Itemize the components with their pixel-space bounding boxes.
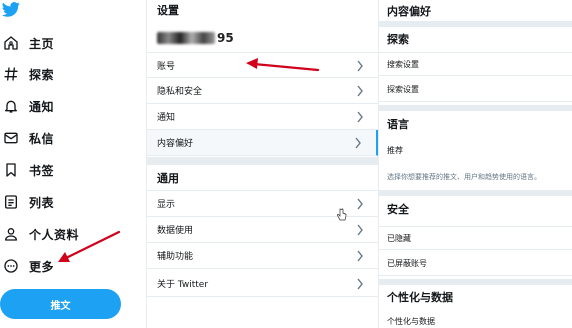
account-name-row: 95 xyxy=(147,26,378,50)
chevron-right-icon xyxy=(357,111,363,123)
settings-row-label: 通知 xyxy=(157,113,176,123)
prefs-row-search-settings[interactable]: 搜索设置 xyxy=(379,52,572,76)
prefs-row-recommendations[interactable]: 推荐 xyxy=(379,138,572,162)
settings-row-accessibility[interactable]: 辅助功能 xyxy=(147,243,378,269)
prefs-title: 内容偏好 xyxy=(387,5,431,18)
section-divider xyxy=(379,105,572,111)
nav-label-notifications: 通知 xyxy=(29,99,55,114)
person-icon xyxy=(0,222,23,246)
chevron-right-icon xyxy=(357,224,363,236)
nav-item-more[interactable]: 更多 xyxy=(0,252,140,280)
nav-item-home[interactable]: 主页 xyxy=(0,29,140,57)
chevron-right-icon xyxy=(357,198,363,210)
language-section-title: 语言 xyxy=(387,118,409,131)
settings-row-content-preferences[interactable]: 内容偏好 xyxy=(147,130,378,156)
settings-row-label: 关于 Twitter xyxy=(157,280,209,290)
settings-row-label: 数据使用 xyxy=(157,226,194,236)
settings-row-label: 辅助功能 xyxy=(157,252,194,262)
home-icon xyxy=(0,31,23,55)
section-divider xyxy=(379,190,572,196)
settings-row-privacy[interactable]: 隐私和安全 xyxy=(147,78,378,104)
content-preferences-column: 内容偏好 探索 搜索设置 探索设置 语言 推荐 选择你想要推荐的推文、用户和趋势… xyxy=(378,0,572,328)
blurred-account-name xyxy=(157,32,215,44)
nav-label-home: 主页 xyxy=(29,36,55,51)
settings-row-notifications[interactable]: 通知 xyxy=(147,104,378,130)
settings-title: 设置 xyxy=(157,4,179,17)
bookmark-icon xyxy=(0,158,23,182)
section-divider xyxy=(379,21,572,27)
settings-row-label: 账号 xyxy=(157,61,176,72)
settings-row-label: 显示 xyxy=(157,200,176,210)
prefs-row-personalization[interactable]: 个性化与数据 xyxy=(379,309,572,328)
general-section-title: 通用 xyxy=(147,165,378,191)
mail-icon xyxy=(0,126,23,150)
account-name-suffix: 95 xyxy=(217,31,234,45)
nav-item-lists[interactable]: 列表 xyxy=(0,188,140,216)
nav-item-notifications[interactable]: 通知 xyxy=(0,92,140,120)
tweet-button[interactable]: 推文 xyxy=(0,289,121,319)
prefs-row-explore-settings[interactable]: 探索设置 xyxy=(379,78,572,102)
settings-row-label: 隐私和安全 xyxy=(157,87,203,97)
hashtag-icon xyxy=(0,62,23,86)
settings-column: 设置 95 账号 隐私和安全 通知 内容偏好 通用 显示 数据使用 辅助功能 关… xyxy=(146,0,378,328)
settings-row-label: 内容偏好 xyxy=(157,139,194,149)
hand-cursor-icon xyxy=(337,208,347,221)
nav-item-profile[interactable]: 个人资料 xyxy=(0,220,140,248)
prefs-row-blocked-accounts[interactable]: 已屏蔽账号 xyxy=(379,252,572,276)
settings-row-account[interactable]: 账号 xyxy=(147,52,378,78)
section-divider xyxy=(147,157,378,165)
nav-item-explore[interactable]: 探索 xyxy=(0,60,140,88)
personalization-section-title: 个性化与数据 xyxy=(387,291,453,304)
explore-section-title: 探索 xyxy=(387,33,409,46)
prefs-row-hidden[interactable]: 已隐藏 xyxy=(379,226,572,250)
bell-icon xyxy=(0,94,23,118)
chevron-right-icon xyxy=(355,137,361,149)
language-description: 选择你想要推荐的推文、用户和趋势使用的语言。 xyxy=(387,173,541,181)
chevron-right-icon xyxy=(357,60,363,72)
twitter-logo-icon[interactable] xyxy=(2,2,20,17)
nav-label-messages: 私信 xyxy=(29,131,55,146)
nav-item-bookmarks[interactable]: 书签 xyxy=(0,156,140,184)
nav-label-more: 更多 xyxy=(29,259,55,274)
section-divider xyxy=(379,279,572,285)
safety-section-title: 安全 xyxy=(387,203,409,216)
more-icon xyxy=(0,254,23,278)
chevron-right-icon xyxy=(357,250,363,262)
chevron-right-icon xyxy=(357,85,363,97)
nav-label-lists: 列表 xyxy=(29,195,55,210)
chevron-right-icon xyxy=(357,278,363,290)
nav-label-bookmarks: 书签 xyxy=(29,163,55,178)
nav-label-explore: 探索 xyxy=(29,67,55,82)
nav-item-messages[interactable]: 私信 xyxy=(0,124,140,152)
list-icon xyxy=(0,190,23,214)
left-navigation: 主页 探索 通知 私信 书签 列表 个人资料 更多 推文 xyxy=(0,0,146,328)
settings-row-about[interactable]: 关于 Twitter xyxy=(147,271,378,297)
nav-label-profile: 个人资料 xyxy=(29,227,80,242)
